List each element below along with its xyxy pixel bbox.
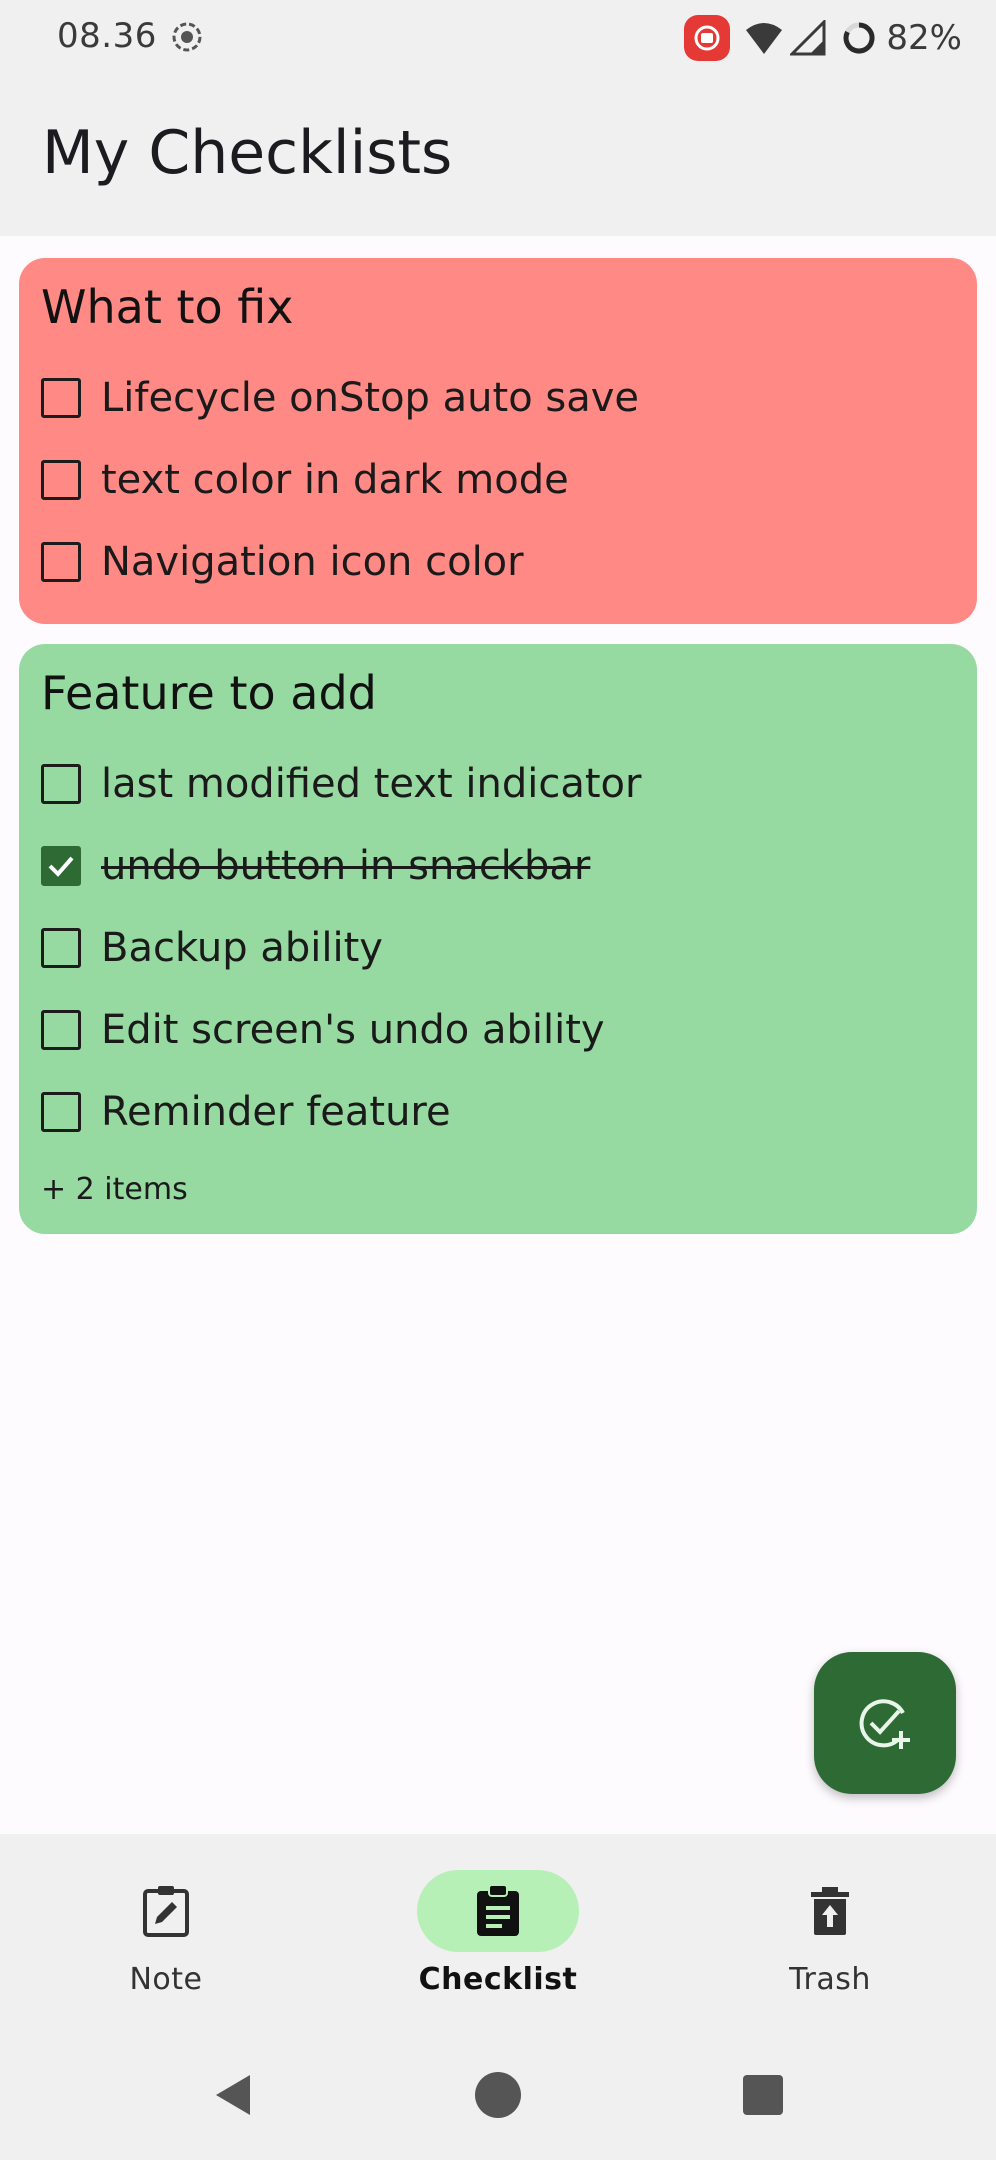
checklist-card-what-to-fix[interactable]: What to fix Lifecycle onStop auto save t… xyxy=(19,258,977,624)
checklist-card-feature-to-add[interactable]: Feature to add last modified text indica… xyxy=(19,644,977,1234)
checklist-item-text: Lifecycle onStop auto save xyxy=(101,375,640,421)
checkmark-icon xyxy=(48,856,74,877)
wifi-icon xyxy=(746,23,783,54)
checklist-item-text: undo button in snackbar xyxy=(101,843,591,889)
home-icon[interactable] xyxy=(473,2070,523,2120)
add-checklist-icon xyxy=(859,1699,910,1749)
nav-label: Note xyxy=(129,1962,203,1997)
back-icon[interactable] xyxy=(208,2070,258,2120)
nav-item-note[interactable]: Note xyxy=(0,1834,332,2030)
checklist-item-text: text color in dark mode xyxy=(101,457,569,503)
status-time: 08.36 xyxy=(57,16,157,56)
checklist-item-text: Backup ability xyxy=(101,925,383,971)
status-icons: 82% xyxy=(684,14,962,62)
cast-icon xyxy=(684,15,731,61)
nav-label: Trash xyxy=(789,1962,871,1997)
recents-icon[interactable] xyxy=(738,2070,788,2120)
battery-icon xyxy=(843,22,875,54)
checklist-item: last modified text indicator xyxy=(41,754,941,814)
nav-item-checklist[interactable]: Checklist xyxy=(332,1834,664,2030)
checklist-item: Edit screen's undo ability xyxy=(41,1000,941,1060)
system-navigation-bar xyxy=(0,2030,996,2160)
nav-icon-container xyxy=(417,1870,579,1952)
checkbox[interactable] xyxy=(41,378,81,418)
screen-record-icon xyxy=(172,22,202,52)
checkbox[interactable] xyxy=(41,542,81,582)
checkbox[interactable] xyxy=(41,928,81,968)
nav-label: Checklist xyxy=(418,1962,578,1997)
checkbox[interactable] xyxy=(41,460,81,500)
checklist-item: Reminder feature xyxy=(41,1082,941,1142)
nav-icon-container xyxy=(749,1870,911,1952)
checklist-item: Backup ability xyxy=(41,918,941,978)
signal-icon xyxy=(790,20,826,56)
checklist-item-text: Reminder feature xyxy=(101,1089,451,1135)
checkbox[interactable] xyxy=(41,764,81,804)
checkbox[interactable] xyxy=(41,1092,81,1132)
more-items-label: + 2 items xyxy=(41,1172,188,1207)
bottom-navigation: Note Checklist Trash xyxy=(0,1834,996,2030)
checklist-title: Feature to add xyxy=(41,666,377,720)
checklist-item-text: Navigation icon color xyxy=(101,539,524,585)
nav-icon-container xyxy=(85,1870,247,1952)
checklist-title: What to fix xyxy=(41,280,294,334)
page-title: My Checklists xyxy=(42,118,453,188)
checklist-item-text: last modified text indicator xyxy=(101,761,642,807)
checkbox-checked[interactable] xyxy=(41,846,81,886)
checklist-item: Navigation icon color xyxy=(41,532,941,592)
status-bar: 08.36 82% xyxy=(0,0,996,76)
top-app-bar: My Checklists xyxy=(0,76,996,236)
checklist-item: Lifecycle onStop auto save xyxy=(41,368,941,428)
nav-item-trash[interactable]: Trash xyxy=(664,1834,996,2030)
trash-icon xyxy=(811,1887,849,1935)
checklist-item: text color in dark mode xyxy=(41,450,941,510)
battery-percent: 82% xyxy=(886,18,962,58)
edit-note-icon xyxy=(143,1886,189,1937)
add-checklist-button[interactable] xyxy=(814,1652,956,1794)
clipboard-icon xyxy=(477,1884,519,1936)
checkbox[interactable] xyxy=(41,1010,81,1050)
checklist-item-text: Edit screen's undo ability xyxy=(101,1007,605,1053)
checklist-item: undo button in snackbar xyxy=(41,836,941,896)
